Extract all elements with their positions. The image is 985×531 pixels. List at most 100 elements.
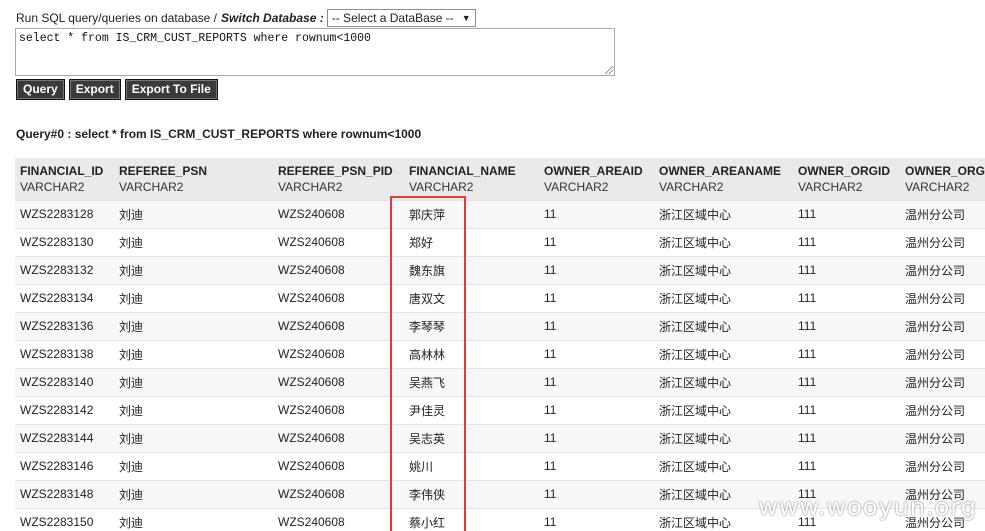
results-table-container[interactable]: FINANCIAL_ID VARCHAR2 REFEREE_PSN VARCHAR2 R… (15, 158, 985, 531)
table-cell: WZS240608 (273, 339, 404, 368)
table-cell: 11 (539, 451, 654, 480)
table-cell: 11 (539, 311, 654, 340)
run-sql-label: Run SQL query/queries on database / (16, 11, 218, 25)
table-row: WZS2283134 刘迪 WZS240608 唐双文 11 浙江区域中心 111 温州分公司 (15, 283, 985, 312)
column-name: OWNER_ORG (905, 164, 985, 178)
database-select[interactable]: -- Select a DataBase -- ▼ (326, 9, 476, 27)
table-cell: 111 (793, 199, 900, 228)
table-cell: 温州分公司 (900, 227, 985, 256)
table-cell: WZS2283128 (15, 199, 114, 228)
column-type: VARCHAR2 (544, 180, 609, 194)
table-cell: 111 (793, 395, 900, 424)
table-cell: 刘迪 (114, 507, 273, 531)
sql-query-text: select * from IS_CRM_CUST_REPORTS where … (19, 32, 371, 45)
table-cell: WZS240608 (273, 227, 404, 256)
table-cell: WZS240608 (273, 199, 404, 228)
table-cell: 浙江区域中心 (654, 311, 793, 340)
table-cell: WZS240608 (273, 311, 404, 340)
column-type: VARCHAR2 (905, 180, 970, 194)
table-cell: 11 (539, 227, 654, 256)
table-cell: 温州分公司 (900, 255, 985, 284)
table-cell: WZS2283132 (15, 255, 114, 284)
table-row: WZS2283130 刘迪 WZS240608 郑好 11 浙江区域中心 111 温州分公司 (15, 227, 985, 256)
table-cell: 11 (539, 395, 654, 424)
resize-handle-icon[interactable] (605, 66, 613, 74)
table-cell: WZS240608 (273, 507, 404, 531)
column-name: REFEREE_PSN_PID (278, 164, 393, 178)
table-cell: WZS2283148 (15, 479, 114, 508)
column-header: FINANCIAL_NAME VARCHAR2 (404, 158, 539, 200)
table-cell: 11 (539, 367, 654, 396)
table-cell: 刘迪 (114, 199, 273, 228)
table-cell: 浙江区域中心 (654, 199, 793, 228)
table-cell: 温州分公司 (900, 451, 985, 480)
column-type: VARCHAR2 (409, 180, 474, 194)
table-cell: 刘迪 (114, 339, 273, 368)
column-name: OWNER_ORGID (798, 164, 891, 178)
table-cell: 刘迪 (114, 367, 273, 396)
column-name: OWNER_AREAID (544, 164, 643, 178)
table-cell: 刘迪 (114, 283, 273, 312)
chevron-down-icon: ▼ (461, 13, 471, 23)
column-type: VARCHAR2 (20, 180, 85, 194)
table-cell: WZS240608 (273, 283, 404, 312)
table-row: WZS2283140 刘迪 WZS240608 吴燕飞 11 浙江区域中心 111 温州分公司 (15, 367, 985, 396)
table-cell: 刘迪 (114, 311, 273, 340)
column-type: VARCHAR2 (278, 180, 343, 194)
table-cell: 温州分公司 (900, 199, 985, 228)
result-title: Query#0 : select * from IS_CRM_CUST_REPO… (16, 127, 422, 141)
table-cell: 刘迪 (114, 423, 273, 452)
query-button[interactable]: Query (16, 79, 65, 100)
table-cell: 刘迪 (114, 255, 273, 284)
table-cell: 浙江区域中心 (654, 227, 793, 256)
export-button[interactable]: Export (68, 79, 121, 100)
table-cell: 刘迪 (114, 227, 273, 256)
table-cell: 刘迪 (114, 451, 273, 480)
column-name: FINANCIAL_NAME (409, 164, 516, 178)
table-cell: 浙江区域中心 (654, 283, 793, 312)
table-cell: 刘迪 (114, 479, 273, 508)
column-type: VARCHAR2 (798, 180, 863, 194)
table-cell: 11 (539, 479, 654, 508)
table-cell: WZS240608 (273, 255, 404, 284)
column-name: OWNER_AREANAME (659, 164, 782, 178)
table-cell: 浙江区域中心 (654, 423, 793, 452)
column-header: REFEREE_PSN VARCHAR2 (114, 158, 273, 200)
column-header: OWNER_ORG VARCHAR2 (900, 158, 985, 200)
column-type: VARCHAR2 (659, 180, 724, 194)
column-header: FINANCIAL_ID VARCHAR2 (15, 158, 114, 200)
table-cell: 11 (539, 507, 654, 531)
table-cell: WZS2283140 (15, 367, 114, 396)
table-cell: WZS2283134 (15, 283, 114, 312)
table-cell: 11 (539, 255, 654, 284)
table-row: WZS2283142 刘迪 WZS240608 尹佳灵 11 浙江区域中心 111 温州分公司 (15, 395, 985, 424)
table-cell: 111 (793, 367, 900, 396)
table-cell: 浙江区域中心 (654, 367, 793, 396)
sql-query-input[interactable]: select * from IS_CRM_CUST_REPORTS where … (15, 28, 615, 76)
table-cell: 11 (539, 423, 654, 452)
table-row: WZS2283146 刘迪 WZS240608 姚川 11 浙江区域中心 111 温州分公司 (15, 451, 985, 480)
column-header: OWNER_AREAID VARCHAR2 (539, 158, 654, 200)
switch-database-label: Switch Database : (221, 11, 324, 25)
highlight-box (390, 196, 466, 531)
table-cell: 111 (793, 311, 900, 340)
table-cell: 浙江区域中心 (654, 339, 793, 368)
table-row: WZS2283136 刘迪 WZS240608 李琴琴 11 浙江区域中心 111 温州分公司 (15, 311, 985, 340)
table-cell: WZS2283136 (15, 311, 114, 340)
table-cell: 111 (793, 423, 900, 452)
table-cell: 111 (793, 255, 900, 284)
database-toolbar: Run SQL query/queries on database / Swit… (16, 8, 476, 28)
table-cell: 温州分公司 (900, 311, 985, 340)
table-cell: WZS240608 (273, 395, 404, 424)
table-body: WZS2283128 刘迪 WZS240608 郭庆萍 11 浙江区域中心 111 温州分公司… (15, 199, 985, 531)
table-cell: 111 (793, 283, 900, 312)
export-to-file-button[interactable]: Export To File (124, 79, 218, 100)
table-cell: 刘迪 (114, 395, 273, 424)
table-row: WZS2283128 刘迪 WZS240608 郭庆萍 11 浙江区域中心 111 温州分公司 (15, 199, 985, 228)
column-header: REFEREE_PSN_PID VARCHAR2 (273, 158, 404, 200)
table-cell: 温州分公司 (900, 283, 985, 312)
column-type: VARCHAR2 (119, 180, 184, 194)
table-cell: 温州分公司 (900, 395, 985, 424)
table-cell: 浙江区域中心 (654, 395, 793, 424)
table-row: WZS2283144 刘迪 WZS240608 吴志英 11 浙江区域中心 111 温州分公司 (15, 423, 985, 452)
